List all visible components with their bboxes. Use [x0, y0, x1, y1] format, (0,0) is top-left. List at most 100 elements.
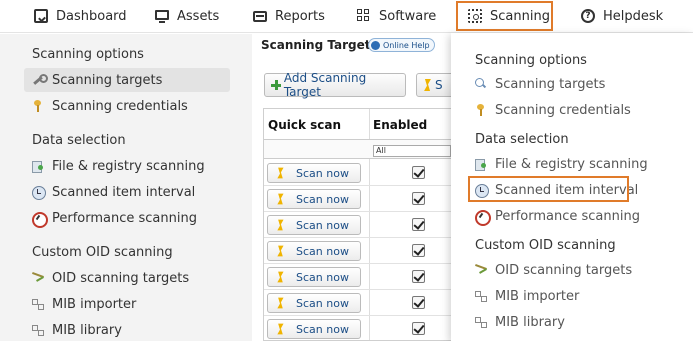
enabled-checkbox[interactable] [412, 270, 425, 283]
dropdown-item-scanning-targets[interactable]: Scanning targets [473, 73, 605, 95]
sidebar-item-label: Scanning credentials [52, 98, 188, 114]
grid-icon [357, 9, 371, 23]
key-icon [32, 100, 44, 112]
column-header-quick-scan[interactable]: Quick scan [268, 118, 341, 132]
dropdown-item-label: MIB importer [495, 288, 580, 304]
nav-reports-label: Reports [275, 8, 325, 24]
online-help-link[interactable]: Online Help [368, 38, 435, 52]
lightning-icon [276, 168, 283, 179]
dropdown-item-oid-targets[interactable]: OID scanning targets [473, 259, 632, 281]
sidebar-item-label: Performance scanning [52, 210, 197, 226]
sidebar-item-file-registry[interactable]: File & registry scanning [24, 154, 230, 178]
sidebar-item-scanning-credentials[interactable]: Scanning credentials [24, 94, 230, 118]
dropdown-item-label: File & registry scanning [495, 156, 648, 172]
oid-icon [475, 264, 487, 276]
dropdown-item-file-registry[interactable]: File & registry scanning [473, 153, 648, 175]
file-registry-icon [475, 158, 487, 171]
lightning-icon [276, 324, 283, 335]
sidebar-heading-data-selection: Data selection [32, 133, 126, 148]
enabled-checkbox[interactable] [412, 166, 425, 179]
gauge-icon [475, 210, 491, 226]
scan-now-label: Scan now [296, 218, 349, 232]
nav-helpdesk-label: Helpdesk [603, 8, 664, 24]
gauge-icon [32, 212, 48, 228]
table-row: Scan now [264, 238, 452, 264]
mib-importer-icon [32, 298, 44, 310]
file-registry-icon [32, 160, 44, 173]
scanning-targets-table: Quick scan Enabled All Scan now Scan now… [263, 108, 453, 341]
enabled-checkbox[interactable] [412, 296, 425, 309]
dropdown-item-label: Performance scanning [495, 208, 640, 224]
table-row: Scan now [264, 290, 452, 316]
enabled-checkbox[interactable] [412, 192, 425, 205]
enabled-checkbox[interactable] [412, 218, 425, 231]
add-scanning-target-button[interactable]: Add Scanning Target [264, 71, 406, 99]
dropdown-heading-scanning-options: Scanning options [475, 53, 587, 68]
enabled-filter-select[interactable]: All [373, 145, 451, 157]
lightning-icon [276, 194, 283, 205]
column-header-enabled[interactable]: Enabled [373, 118, 427, 132]
scanned-item-interval-highlight [468, 176, 629, 202]
scan-button-partial[interactable]: S [416, 73, 456, 97]
lightning-icon [276, 220, 283, 231]
scan-now-button[interactable]: Scan now [267, 319, 361, 339]
sidebar-item-performance-scanning[interactable]: Performance scanning [24, 206, 230, 230]
dropdown-item-mib-library[interactable]: MIB library [473, 311, 565, 333]
sidebar-item-label: MIB library [52, 322, 122, 338]
lightning-icon [276, 246, 283, 257]
dropdown-item-label: Scanning targets [495, 76, 606, 92]
table-row: Scan now [264, 316, 452, 341]
nav-assets-label: Assets [177, 8, 220, 24]
nav-software[interactable]: Software [357, 0, 436, 32]
sidebar-item-oid-targets[interactable]: OID scanning targets [24, 266, 230, 290]
dropdown-item-label: OID scanning targets [495, 262, 633, 278]
table-row: Scan now [264, 186, 452, 212]
sidebar-item-scanning-targets[interactable]: Scanning targets [24, 68, 230, 92]
enabled-checkbox[interactable] [412, 244, 425, 257]
sidebar-item-label: Scanned item interval [52, 184, 196, 200]
enabled-checkbox[interactable] [412, 322, 425, 335]
dropdown-heading-data-selection: Data selection [475, 132, 569, 147]
scan-now-button[interactable]: Scan now [267, 267, 361, 287]
filter-row: All [264, 139, 452, 159]
plus-icon [271, 80, 281, 90]
sidebar: Scanning options Scanning targets Scanni… [0, 34, 252, 341]
nav-reports[interactable]: Reports [253, 0, 325, 32]
reports-icon [253, 10, 267, 22]
top-navigation: Dashboard Assets Reports Software Scanni… [0, 0, 693, 33]
page-title: Scanning Targets [261, 38, 378, 52]
scan-now-label: Scan now [296, 296, 349, 310]
dropdown-item-mib-importer[interactable]: MIB importer [473, 285, 579, 307]
search-icon [475, 78, 487, 90]
scan-now-button[interactable]: Scan now [267, 241, 361, 261]
scan-now-button[interactable]: Scan now [267, 189, 361, 209]
clock-icon [32, 186, 46, 200]
dropdown-item-performance-scanning[interactable]: Performance scanning [473, 205, 640, 227]
scan-now-label: Scan now [296, 166, 349, 180]
scan-now-button[interactable]: Scan now [267, 163, 361, 183]
oid-icon [32, 272, 44, 284]
dashboard-icon [34, 9, 48, 23]
dropdown-heading-custom-oid: Custom OID scanning [475, 238, 616, 253]
nav-helpdesk[interactable]: ? Helpdesk [581, 0, 663, 32]
sidebar-item-label: MIB importer [52, 296, 137, 312]
table-row: Scan now [264, 160, 452, 186]
sidebar-item-label: Scanning targets [52, 72, 163, 88]
scan-now-button[interactable]: Scan now [267, 215, 361, 235]
scan-now-label: Scan now [296, 192, 349, 206]
dropdown-item-scanning-credentials[interactable]: Scanning credentials [473, 99, 631, 121]
lightning-icon [423, 79, 431, 91]
scan-now-button[interactable]: Scan now [267, 293, 361, 313]
sidebar-heading-custom-oid: Custom OID scanning [32, 245, 173, 260]
lightning-icon [276, 298, 283, 309]
nav-dashboard-label: Dashboard [56, 8, 127, 24]
dropdown-item-label: Scanning credentials [495, 102, 631, 118]
nav-dashboard[interactable]: Dashboard [34, 0, 127, 32]
monitor-icon [155, 10, 169, 23]
key-icon [475, 104, 487, 116]
sidebar-item-mib-library[interactable]: MIB library [24, 318, 230, 341]
sidebar-heading-scanning-options: Scanning options [32, 47, 144, 62]
sidebar-item-scanned-item-interval[interactable]: Scanned item interval [24, 180, 230, 204]
sidebar-item-mib-importer[interactable]: MIB importer [24, 292, 230, 316]
nav-assets[interactable]: Assets [155, 0, 219, 32]
